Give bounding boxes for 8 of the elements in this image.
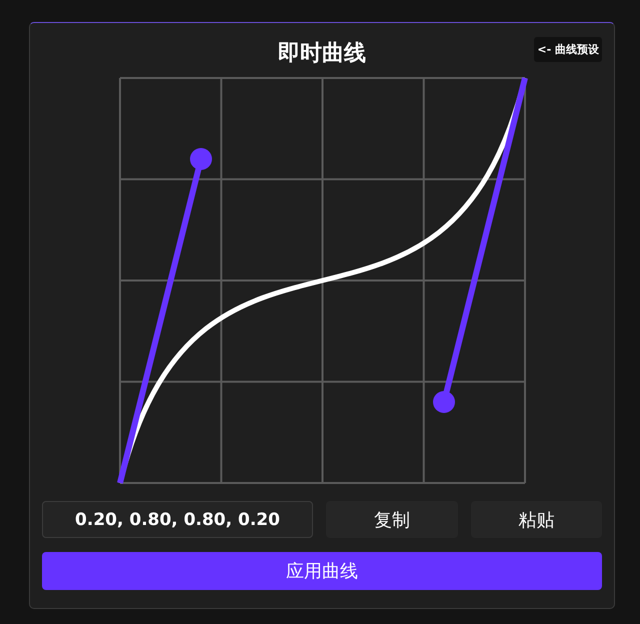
apply-curve-button[interactable]: 应用曲线 — [42, 552, 602, 590]
action-button[interactable]: 粘贴 — [470, 501, 602, 538]
curve-value-field[interactable]: 0.20, 0.80, 0.80, 0.20 — [42, 501, 313, 538]
control-handle[interactable] — [432, 77, 528, 413]
panel-title: 即时曲线 — [278, 40, 366, 68]
curve-presets-button[interactable]: <- 曲线预设 — [534, 37, 602, 62]
action-button[interactable]: 复制 — [326, 501, 458, 538]
control-handle[interactable] — [116, 148, 212, 484]
